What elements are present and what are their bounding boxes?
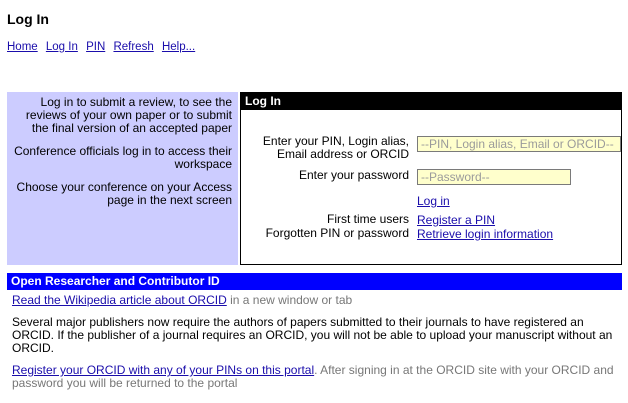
register-pin-link[interactable]: Register a PIN [417, 213, 495, 227]
orcid-notice-text: Several major publishers now require the… [12, 315, 613, 355]
retrieve-login-link[interactable]: Retrieve login information [417, 227, 553, 241]
orcid-register-line: Register your ORCID with any of your PIN… [12, 364, 617, 390]
nav-refresh-link[interactable]: Refresh [113, 41, 153, 53]
wikipedia-orcid-link[interactable]: Read the Wikipedia article about ORCID [12, 293, 227, 307]
login-link[interactable]: Log in [417, 194, 450, 208]
nav-pin-link[interactable]: PIN [86, 41, 105, 53]
nav-home-link[interactable]: Home [7, 41, 38, 53]
page-title: Log In [7, 11, 49, 27]
login-panel: Log In Enter your PIN, Login alias, Emai… [240, 92, 622, 265]
orcid-section: Open Researcher and Contributor ID Read … [7, 273, 622, 403]
nav-help-link[interactable]: Help... [162, 41, 195, 53]
pin-login-input[interactable] [417, 136, 621, 152]
orcid-body: Read the Wikipedia article about ORCID i… [7, 290, 622, 403]
pin-label-line1: Enter your PIN, Login alias, [262, 134, 409, 148]
top-navigation: Home Log In PIN Refresh Help... [7, 41, 200, 53]
info-panel: Log in to submit a review, to see the re… [7, 92, 238, 265]
info-officials-text: Conference officials log in to access th… [14, 144, 232, 171]
orcid-wiki-line: Read the Wikipedia article about ORCID i… [12, 294, 617, 307]
nav-login-link[interactable]: Log In [46, 41, 78, 53]
first-time-label: First time users [326, 212, 409, 226]
info-review-text: Log in to submit a review, to see the re… [25, 95, 232, 135]
register-orcid-link[interactable]: Register your ORCID with any of your PIN… [12, 363, 314, 377]
info-conference-text: Choose your conference on your Access pa… [16, 180, 232, 207]
forgotten-label: Forgotten PIN or password [265, 226, 409, 240]
pin-field-label: Enter your PIN, Login alias, Email addre… [263, 135, 409, 161]
wiki-suffix-text: in a new window or tab [226, 293, 353, 307]
login-panel-header: Log In [241, 93, 621, 110]
password-field-label: Enter your password [298, 168, 409, 182]
password-input[interactable] [417, 169, 571, 185]
orcid-header: Open Researcher and Contributor ID [7, 273, 622, 290]
pin-label-line2: Email address or ORCID [276, 147, 409, 161]
